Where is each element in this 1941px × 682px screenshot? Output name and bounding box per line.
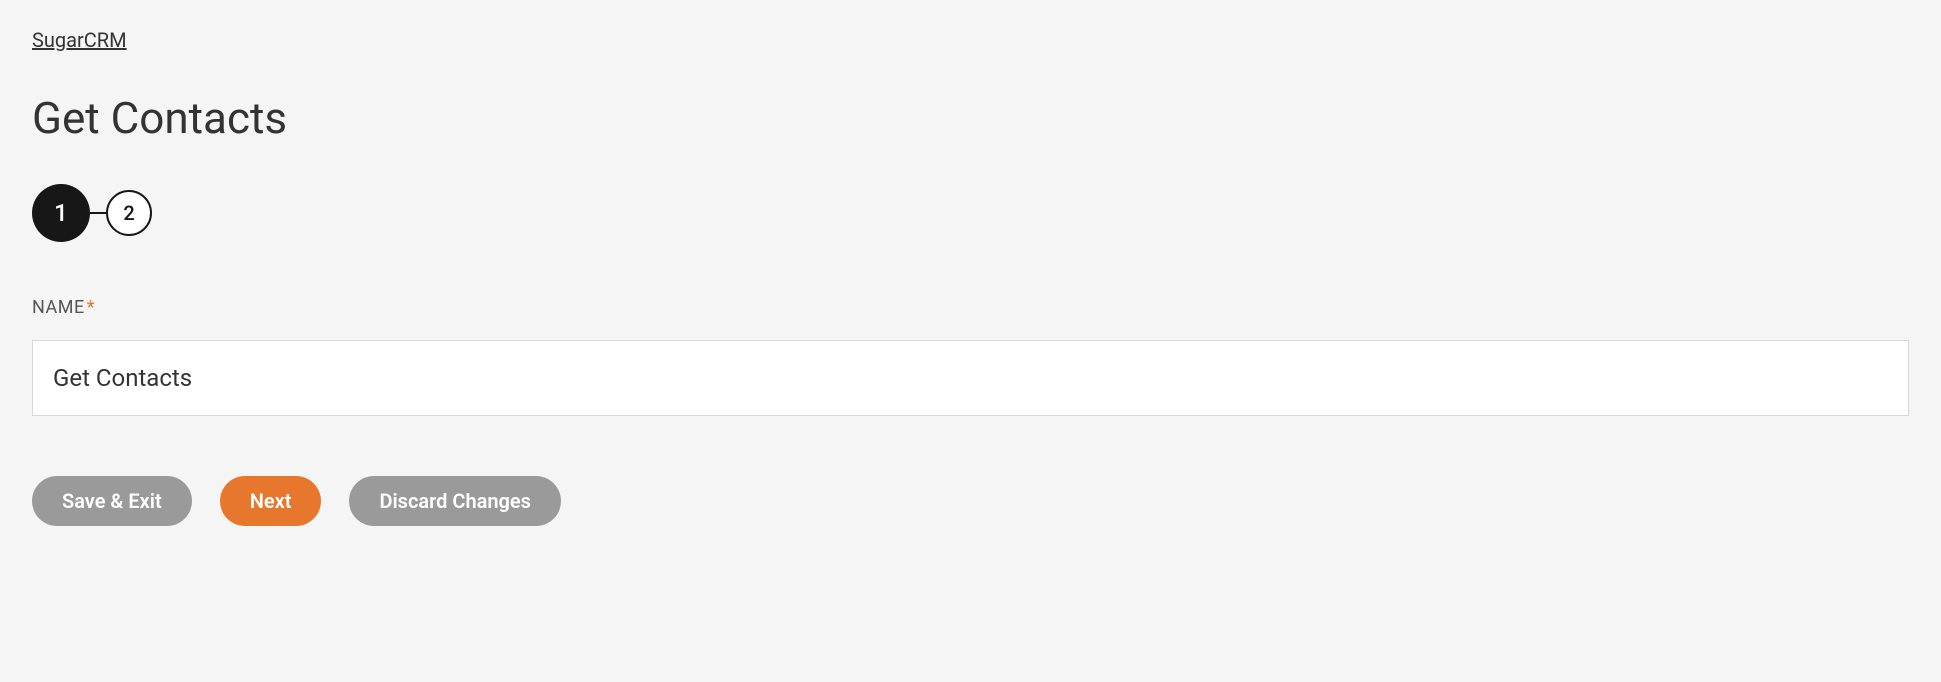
discard-changes-button[interactable]: Discard Changes bbox=[349, 476, 561, 526]
required-marker: * bbox=[87, 297, 95, 318]
next-button[interactable]: Next bbox=[220, 476, 322, 526]
step-2[interactable]: 2 bbox=[106, 190, 152, 236]
step-connector bbox=[90, 212, 106, 214]
button-row: Save & Exit Next Discard Changes bbox=[32, 476, 1909, 526]
name-label-text: NAME bbox=[32, 297, 85, 318]
name-field-label: NAME* bbox=[32, 297, 1909, 318]
breadcrumb-link[interactable]: SugarCRM bbox=[32, 28, 127, 52]
step-1[interactable]: 1 bbox=[32, 184, 90, 242]
stepper: 1 2 bbox=[32, 184, 1909, 242]
save-exit-button[interactable]: Save & Exit bbox=[32, 476, 192, 526]
name-input[interactable] bbox=[32, 340, 1909, 416]
page-title: Get Contacts bbox=[32, 92, 1909, 144]
